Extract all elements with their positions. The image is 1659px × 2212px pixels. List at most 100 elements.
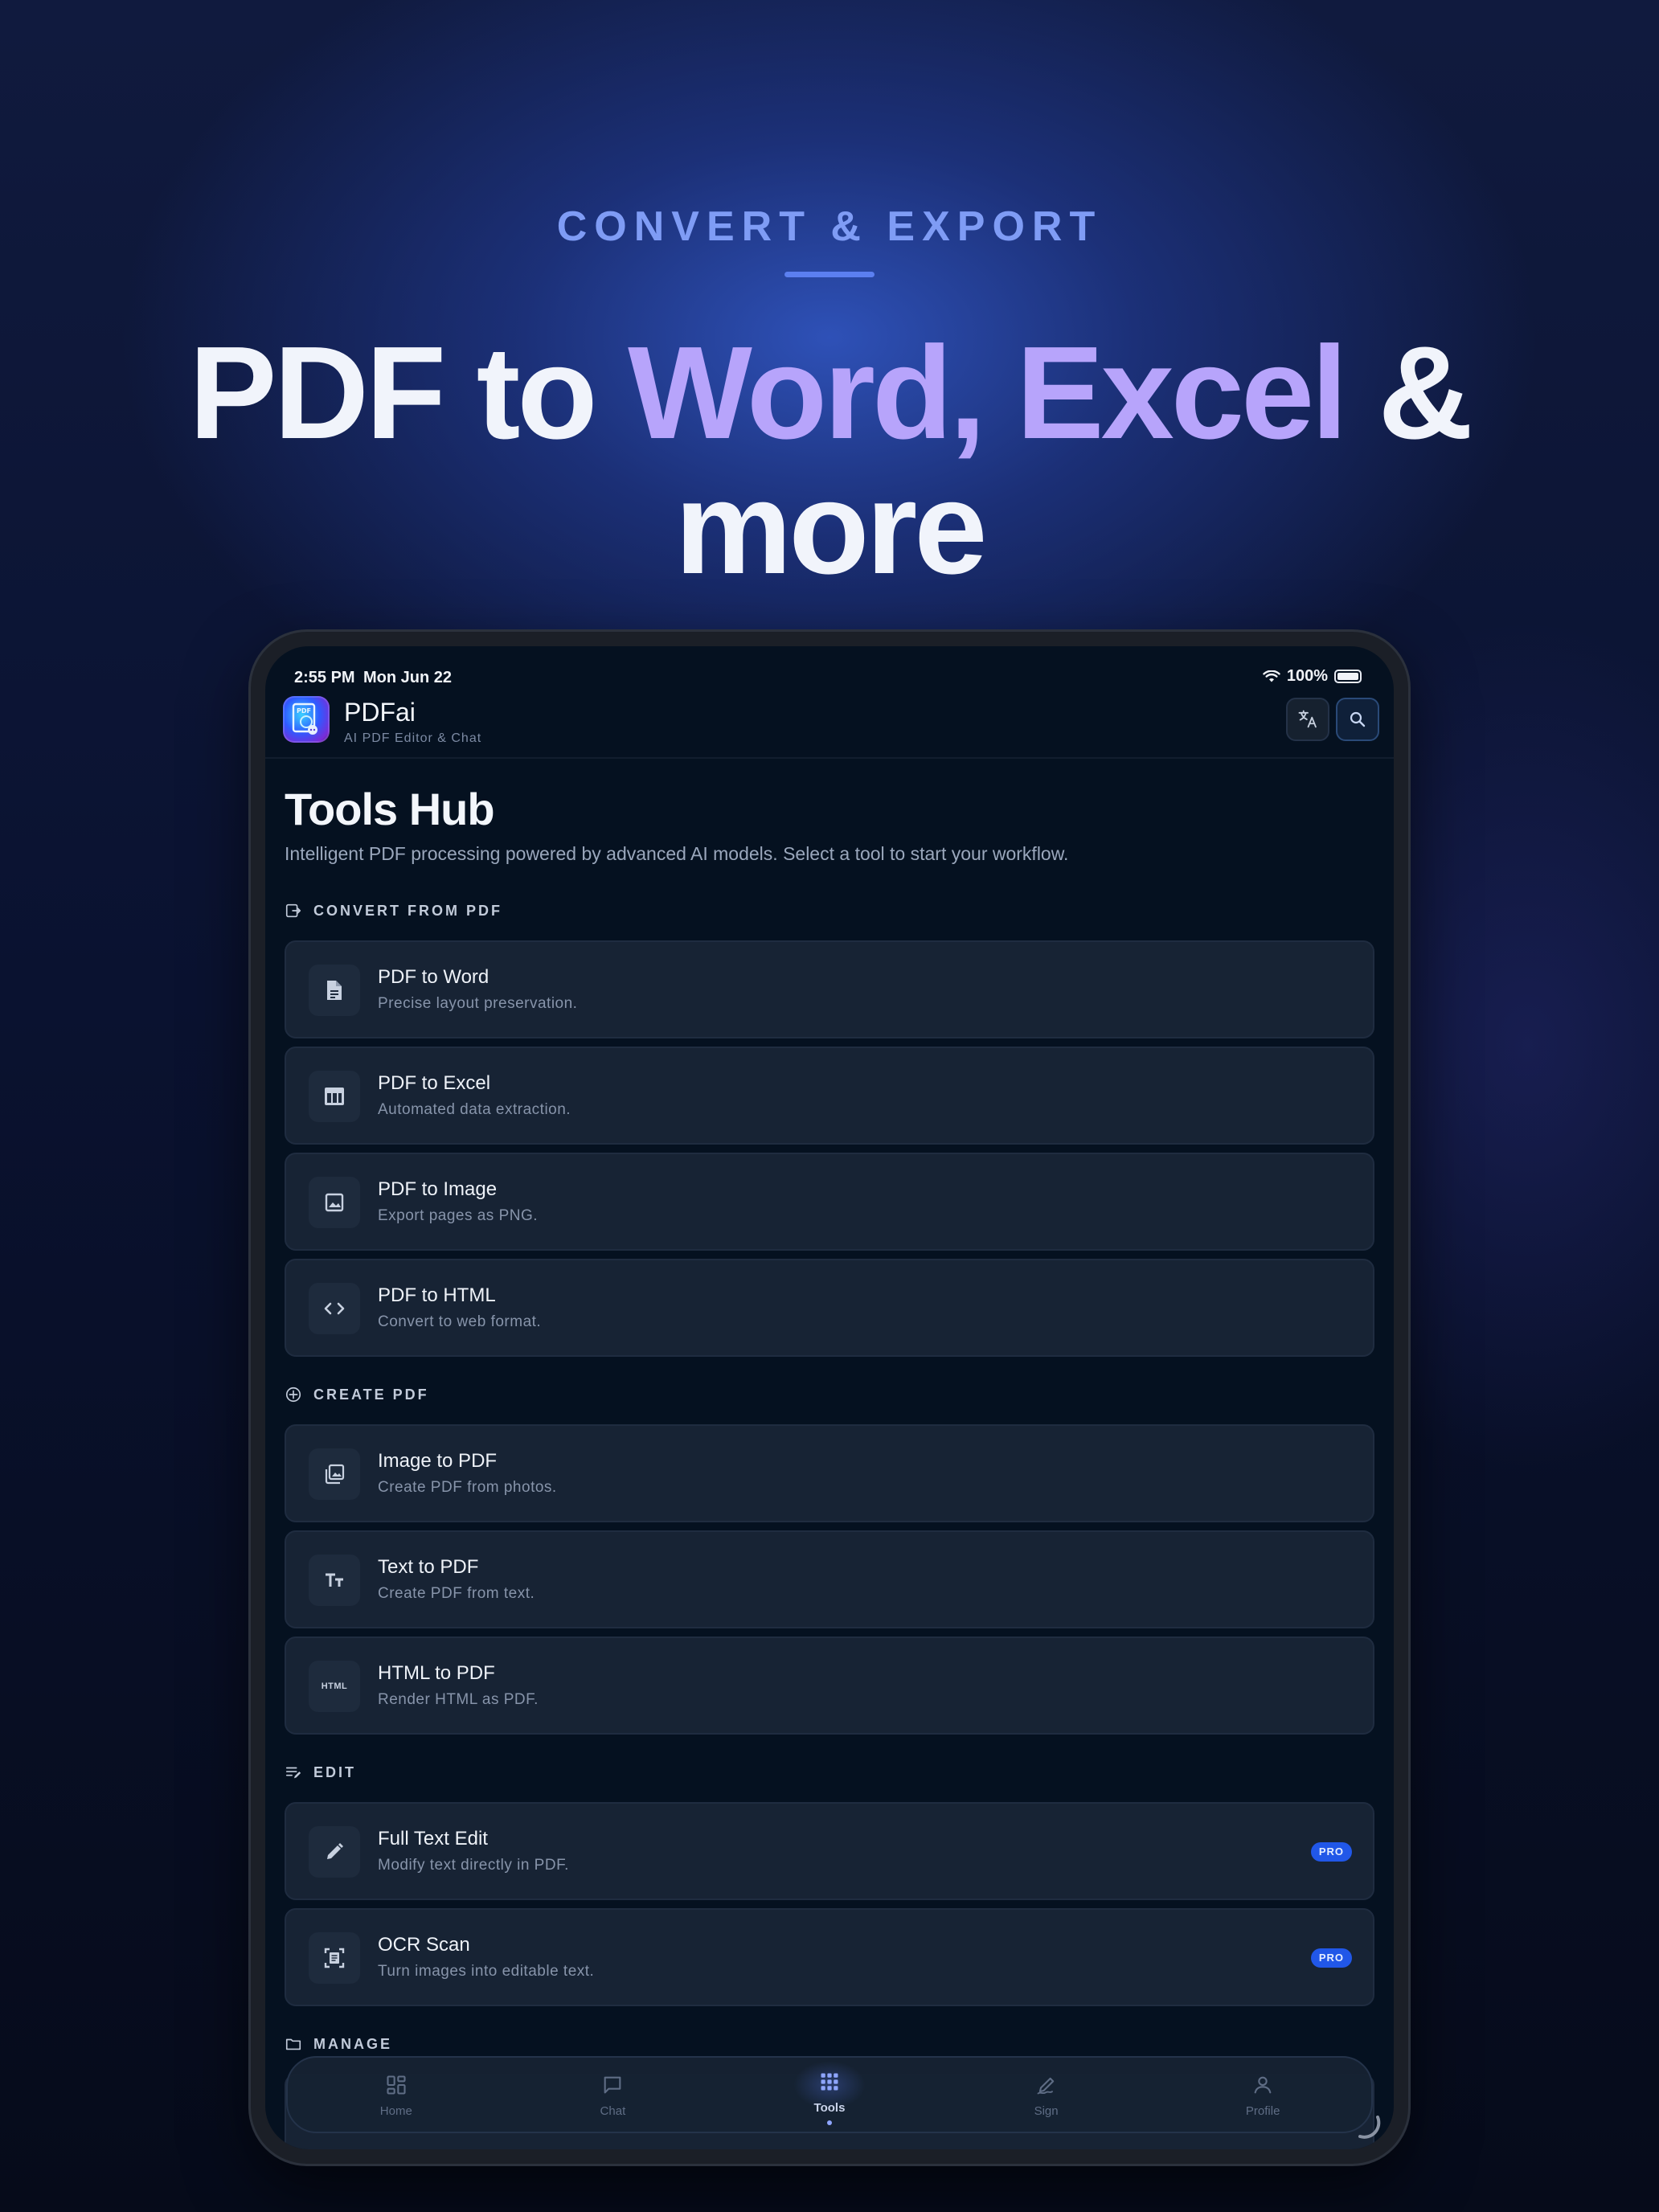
folder-icon (285, 2038, 301, 2050)
tool-icon-tile (309, 1177, 360, 1228)
table-icon (325, 1088, 344, 1105)
section-convert-label: CONVERT FROM PDF (313, 902, 502, 919)
tool-title: Full Text Edit (378, 1828, 488, 1849)
tool-subtitle: Convert to web format. (378, 1313, 542, 1330)
active-tab-indicator (826, 2120, 832, 2125)
tool-icon-tile (309, 1826, 360, 1878)
tool-card-full-text-edit[interactable]: Full Text Edit Modify text directly in P… (285, 1802, 1374, 1900)
tool-title: HTML to PDF (378, 1662, 495, 1684)
tab-label: Profile (1245, 2104, 1280, 2118)
tool-title: Text to PDF (378, 1556, 479, 1578)
app-screen: 2:55 PM Mon Jun 22 100% PDF PDFai AI PDF… (265, 646, 1394, 2149)
text-fields-icon (326, 1573, 343, 1587)
section-edit-header: EDIT (285, 1763, 356, 1781)
search-icon (1350, 711, 1366, 727)
logo-text: PDF (297, 707, 311, 715)
html-icon: HTML (321, 1682, 348, 1691)
tool-subtitle: Create PDF from photos. (378, 1479, 557, 1496)
pencil-icon (327, 1843, 343, 1859)
signature-icon (1037, 2077, 1054, 2095)
tool-icon-tile (309, 1283, 360, 1334)
tool-card-pdf-to-html[interactable]: PDF to HTML Convert to web format. (285, 1259, 1374, 1357)
tool-subtitle: Turn images into editable text. (378, 1963, 595, 1980)
document-icon (327, 981, 342, 1000)
tool-icon-tile (309, 1071, 360, 1122)
app-header: PDF PDFai AI PDF Editor & Chat (265, 696, 1394, 759)
section-manage-header: MANAGE (285, 2035, 392, 2053)
tool-icon-tile: HTML (309, 1661, 360, 1712)
person-icon (1254, 2076, 1272, 2094)
tool-subtitle: Automated data extraction. (378, 1101, 571, 1118)
code-icon (324, 1302, 345, 1315)
tab-chat[interactable]: Chat (505, 2058, 722, 2132)
dashboard-icon (387, 2075, 406, 2095)
app-name: PDFai (344, 698, 416, 727)
tool-subtitle: Export pages as PNG. (378, 1207, 539, 1224)
tablet-frame: 2:55 PM Mon Jun 22 100% PDF PDFai AI PDF… (251, 632, 1408, 2164)
tool-icon-tile (309, 1448, 360, 1500)
document-scanner-icon (324, 1948, 345, 1968)
loading-spinner-icon (1358, 2116, 1381, 2139)
tool-card-html-to-pdf[interactable]: HTML HTML to PDF Render HTML as PDF. (285, 1636, 1374, 1735)
tab-tools[interactable]: Tools (721, 2058, 938, 2132)
grid-icon (821, 2073, 838, 2091)
tool-icon-tile (309, 965, 360, 1016)
translate-icon (1298, 710, 1317, 728)
tab-profile[interactable]: Profile (1154, 2058, 1371, 2132)
battery-icon (1334, 670, 1362, 683)
pro-badge: PRO (1310, 1842, 1352, 1862)
tool-card-pdf-to-excel[interactable]: PDF to Excel Automated data extraction. (285, 1047, 1374, 1145)
tab-label: Tools (813, 2101, 846, 2115)
hero-headline: PDF to Word, Excel & more (0, 326, 1659, 596)
tool-title: Image to PDF (378, 1450, 498, 1472)
pro-badge: PRO (1310, 1948, 1352, 1968)
status-right: 100% (1263, 667, 1362, 686)
tool-card-ocr-scan[interactable]: OCR Scan Turn images into editable text.… (285, 1908, 1374, 2006)
tool-card-text-to-pdf[interactable]: Text to PDF Create PDF from text. (285, 1530, 1374, 1628)
tool-title: PDF to Word (378, 966, 490, 988)
tool-subtitle: Render HTML as PDF. (378, 1691, 539, 1708)
status-date: Mon Jun 22 (363, 669, 453, 686)
tab-home[interactable]: Home (288, 2058, 505, 2132)
page-description: Intelligent PDF processing powered by ad… (285, 843, 1069, 864)
tool-subtitle: Modify text directly in PDF. (378, 1857, 569, 1874)
wifi-icon (1263, 670, 1280, 682)
battery-percent: 100% (1286, 667, 1328, 685)
status-time: 2:55 PM (294, 669, 355, 686)
section-manage-label: MANAGE (313, 2035, 392, 2052)
section-create-header: CREATE PDF (285, 1386, 429, 1403)
headline-part1: PDF to (189, 319, 629, 466)
photo-library-icon (325, 1464, 345, 1485)
tools-content: Tools Hub Intelligent PDF processing pow… (285, 783, 1374, 2149)
tool-icon-tile (309, 1932, 360, 1984)
headline-line2: more (674, 454, 987, 601)
add-circle-icon (285, 1387, 301, 1403)
status-bar: 2:55 PM Mon Jun 22 100% (265, 646, 1394, 691)
headline-accent: Word, Excel (628, 319, 1348, 466)
tool-subtitle: Precise layout preservation. (378, 995, 578, 1012)
search-button[interactable] (1336, 698, 1379, 741)
tab-label: Chat (600, 2104, 626, 2118)
translate-button[interactable] (1286, 698, 1329, 741)
page-title: Tools Hub (285, 784, 495, 834)
edit-note-icon (285, 1767, 301, 1779)
bottom-tab-bar: Home Chat Tools Sign Profile (286, 2056, 1373, 2133)
section-create-label: CREATE PDF (313, 1386, 429, 1403)
app-logo[interactable]: PDF (283, 696, 330, 743)
tab-label: Sign (1034, 2104, 1059, 2118)
tool-title: OCR Scan (378, 1934, 470, 1956)
tool-title: PDF to Image (378, 1178, 498, 1200)
section-convert-header: CONVERT FROM PDF (285, 902, 502, 920)
tool-card-pdf-to-image[interactable]: PDF to Image Export pages as PNG. (285, 1153, 1374, 1251)
headline-part2: & (1344, 319, 1473, 466)
image-icon (325, 1193, 344, 1212)
tool-card-pdf-to-word[interactable]: PDF to Word Precise layout preservation. (285, 940, 1374, 1038)
section-edit-label: EDIT (313, 1763, 357, 1780)
tool-card-image-to-pdf[interactable]: Image to PDF Create PDF from photos. (285, 1424, 1374, 1522)
hero-eyebrow: CONVERT & EXPORT (556, 203, 1103, 250)
eyebrow-underline (784, 272, 875, 277)
tab-sign[interactable]: Sign (938, 2058, 1155, 2132)
tool-subtitle: Create PDF from text. (378, 1585, 535, 1602)
tab-label: Home (379, 2104, 412, 2118)
chat-icon (604, 2076, 621, 2094)
